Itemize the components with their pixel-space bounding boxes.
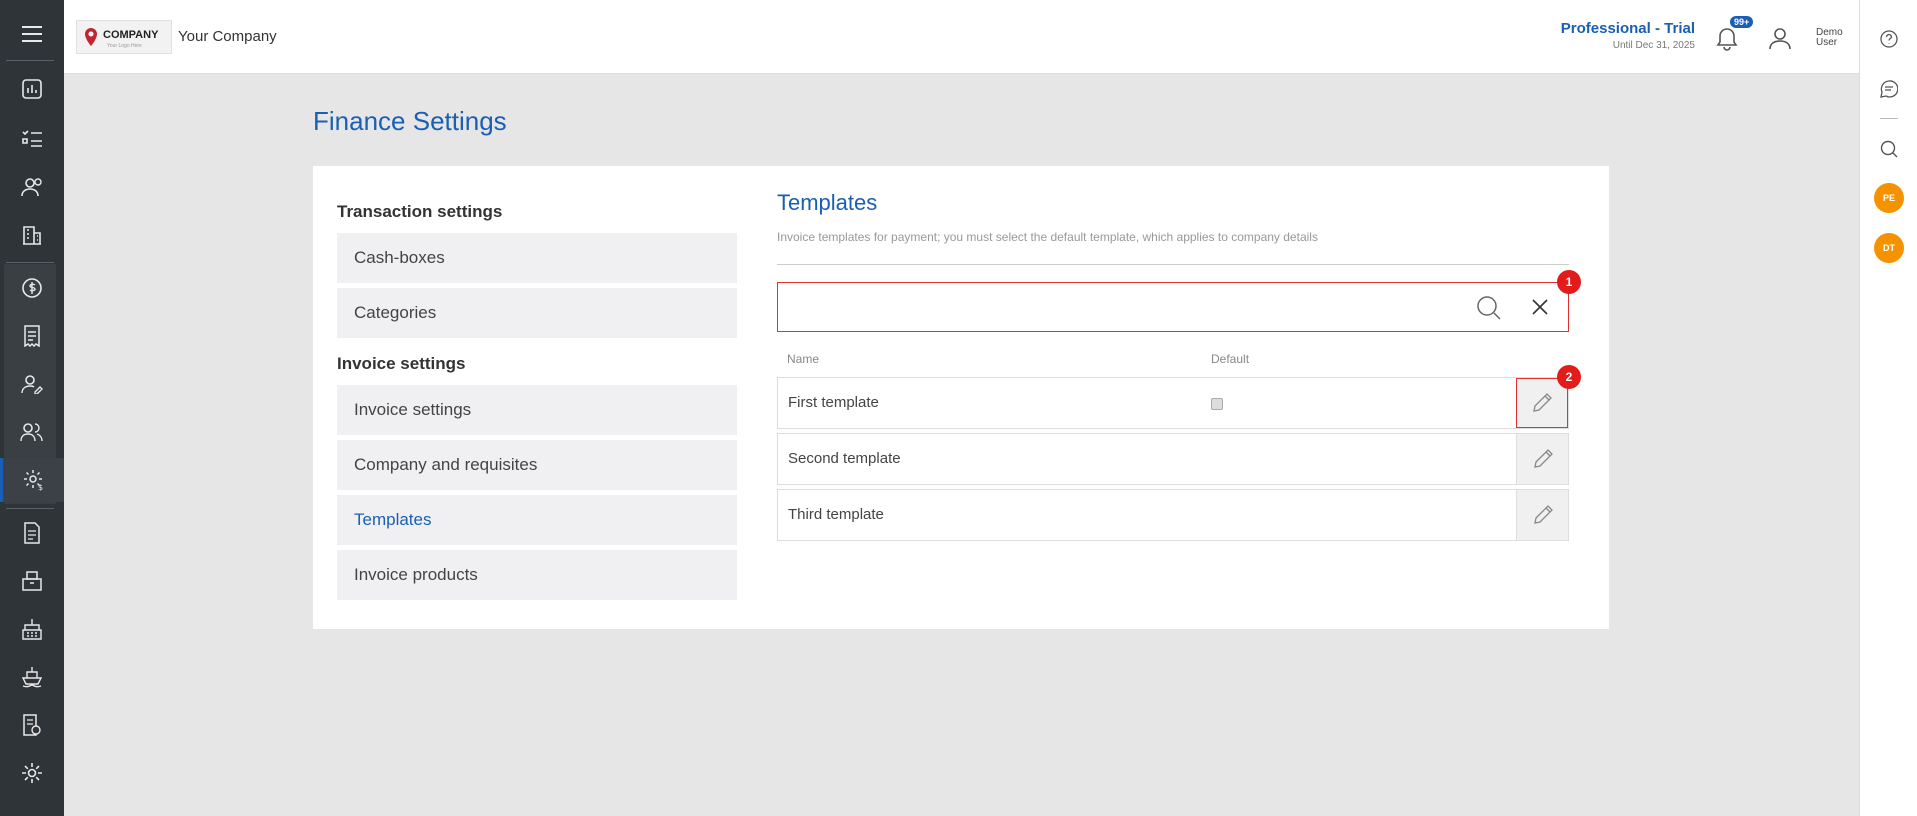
user-name[interactable]: Demo User [1816, 28, 1856, 48]
products-icon [22, 571, 42, 591]
menu-icon [22, 26, 42, 42]
templates-title: Templates [777, 190, 878, 215]
column-header-default: Default [1211, 352, 1250, 366]
invoices-icon [24, 325, 40, 347]
finance-icon [22, 278, 42, 298]
chat-icon[interactable] [1880, 80, 1898, 98]
plan-until: Until Dec 31, 2025 [1612, 40, 1695, 51]
contacts-icon [21, 178, 42, 197]
logo-tagline: Your Logo Here [107, 43, 142, 49]
plan-title: Professional - Trial [1560, 20, 1695, 37]
nav-products[interactable] [0, 559, 64, 603]
menu-item-cash-boxes[interactable]: Cash-boxes [337, 233, 737, 283]
nav-invoices[interactable] [0, 314, 64, 358]
menu-item-templates[interactable]: Templates [337, 495, 737, 545]
menu-item-invoice-settings[interactable]: Invoice settings [337, 385, 737, 435]
nav-settings[interactable] [0, 751, 64, 795]
top-bar: COMPANY Your Logo Here Your Company Prof… [64, 0, 1859, 74]
templates-search-input[interactable] [786, 291, 1446, 323]
template-name: First template [788, 394, 879, 411]
shipping-icon [21, 667, 43, 688]
templates-description: Invoice templates for payment; you must … [777, 230, 1318, 244]
page-title: Finance Settings [313, 106, 507, 136]
step-badge-2: 2 [1557, 365, 1581, 389]
settings-icon [22, 763, 42, 783]
nav-companies[interactable] [0, 213, 64, 257]
table-row: Second template [777, 433, 1569, 485]
company-logo[interactable]: COMPANY Your Logo Here [76, 20, 172, 54]
left-sidebar: $ [0, 0, 64, 816]
divider [777, 264, 1569, 265]
companies-icon [23, 226, 41, 245]
default-checkbox[interactable] [1211, 398, 1223, 410]
nav-shipping[interactable] [0, 655, 64, 699]
dashboard-icon [22, 79, 42, 99]
menu-item-invoice-products[interactable]: Invoice products [337, 550, 737, 600]
users-icon [20, 423, 43, 442]
nav-warehouse[interactable] [0, 607, 64, 651]
user-edit-icon [21, 375, 43, 394]
avatar-pe[interactable]: PE [1874, 183, 1904, 213]
tasks-icon [22, 130, 42, 147]
right-sidebar: PE DT [1859, 0, 1917, 816]
column-header-name: Name [787, 352, 820, 366]
nav-dashboard[interactable] [0, 67, 64, 111]
nav-reports[interactable] [0, 703, 64, 747]
nav-finance-settings[interactable]: $ [0, 458, 64, 502]
user-icon[interactable] [1768, 26, 1792, 50]
svg-text:$: $ [38, 483, 43, 491]
settings-card: Transaction settings Cash-boxes Categori… [313, 166, 1609, 629]
plan-info[interactable]: Professional - Trial Until Dec 31, 2025 [1561, 20, 1695, 51]
nav-finance[interactable] [0, 266, 64, 310]
pencil-icon [1533, 449, 1553, 468]
documents-icon [24, 522, 40, 544]
finance-settings-icon: $ [23, 470, 43, 491]
nav-users[interactable] [0, 410, 64, 454]
logo-text: COMPANY [103, 29, 159, 41]
nav-documents[interactable] [0, 511, 64, 555]
bell-icon[interactable] [1714, 26, 1740, 52]
company-name: Your Company [178, 28, 277, 45]
edit-button[interactable] [1516, 490, 1568, 540]
transaction-settings-heading: Transaction settings [337, 202, 503, 221]
nav-contacts[interactable] [0, 165, 64, 209]
notifications-badge: 99+ [1730, 16, 1754, 28]
close-icon[interactable] [1530, 297, 1550, 317]
pencil-icon [1533, 505, 1553, 524]
nav-user-edit[interactable] [0, 362, 64, 406]
invoice-settings-heading: Invoice settings [337, 354, 466, 373]
nav-tasks[interactable] [0, 117, 64, 161]
menu-toggle-button[interactable] [0, 12, 64, 56]
reports-icon [23, 714, 41, 736]
edit-button[interactable] [1516, 434, 1568, 484]
menu-item-categories[interactable]: Categories [337, 288, 737, 338]
step-badge-1: 1 [1557, 270, 1581, 294]
templates-search-box [777, 282, 1569, 332]
template-name: Second template [788, 450, 901, 467]
pencil-icon [1533, 393, 1552, 412]
help-icon[interactable] [1880, 30, 1898, 48]
location-pin-icon [85, 28, 97, 46]
menu-item-company-requisites[interactable]: Company and requisites [337, 440, 737, 490]
search-icon[interactable] [1476, 295, 1502, 321]
table-row: Third template [777, 489, 1569, 541]
table-row: First template [777, 377, 1569, 429]
avatar-dt[interactable]: DT [1874, 233, 1904, 263]
template-name: Third template [788, 506, 884, 523]
search-icon[interactable] [1880, 140, 1898, 158]
warehouse-icon [22, 619, 42, 640]
